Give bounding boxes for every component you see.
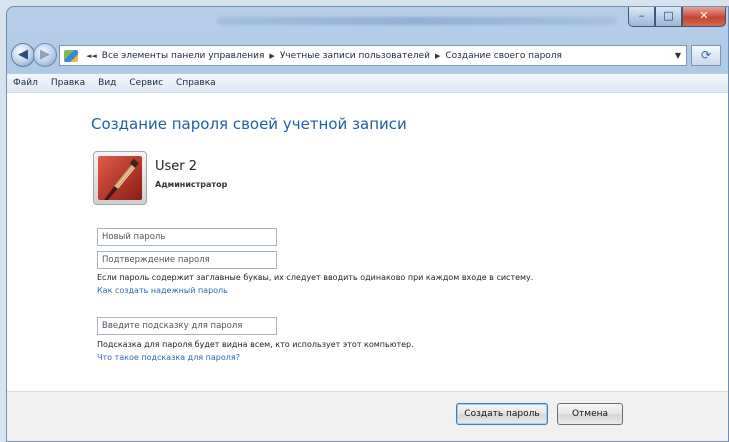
case-sensitive-note: Если пароль содержит заглавные буквы, их…	[97, 273, 534, 282]
button-strip: Создать пароль Отмена	[7, 391, 728, 441]
menu-item-edit[interactable]: Правка	[51, 78, 85, 88]
strong-password-link[interactable]: Как создать надежный пароль	[97, 286, 228, 295]
minimize-button[interactable]: –	[628, 7, 655, 27]
title-bar[interactable]: – □ ✕	[7, 7, 728, 39]
user-role: Администратор	[155, 180, 228, 189]
user-picture	[98, 156, 142, 200]
breadcrumb-item-create-password[interactable]: Создание своего пароля	[445, 51, 562, 61]
navigation-bar: ◀ ▶ ◄◄ Все элементы панели управления ▶ …	[7, 39, 728, 73]
menu-item-help[interactable]: Справка	[176, 78, 216, 88]
user-name: User 2	[155, 159, 198, 174]
window-title-blurred	[217, 17, 617, 25]
confirm-password-field[interactable]	[97, 251, 277, 269]
hint-visible-note: Подсказка для пароля будет видна всем, к…	[97, 340, 414, 349]
back-button[interactable]: ◀	[11, 43, 35, 67]
create-password-button[interactable]: Создать пароль	[456, 403, 548, 425]
breadcrumb-item-user-accounts[interactable]: Учетные записи пользователей	[280, 51, 430, 61]
breadcrumb-arrow-icon[interactable]: ▶	[269, 52, 274, 60]
breadcrumb-item-all-control-panel[interactable]: Все элементы панели управления	[102, 51, 265, 61]
main-content: Создание пароля своей учетной записи Use…	[7, 93, 728, 391]
breadcrumb-arrow-icon[interactable]: ▶	[435, 52, 440, 60]
new-password-field[interactable]	[97, 228, 277, 246]
window-controls: – □ ✕	[628, 7, 726, 27]
avatar	[93, 151, 147, 205]
breadcrumb-arrow-icon[interactable]: ◄◄	[86, 52, 97, 60]
control-panel-window: – □ ✕ ◀ ▶ ◄◄ Все элементы панели управле…	[6, 6, 729, 442]
maximize-button[interactable]: □	[655, 7, 682, 27]
chevron-down-icon[interactable]: ▼	[675, 51, 681, 60]
cancel-button[interactable]: Отмена	[557, 403, 623, 425]
menu-item-tools[interactable]: Сервис	[129, 78, 163, 88]
refresh-icon: ⟳	[700, 48, 712, 62]
menu-item-file[interactable]: Файл	[13, 78, 38, 88]
close-button[interactable]: ✕	[682, 7, 726, 27]
menu-item-view[interactable]: Вид	[98, 78, 116, 88]
what-is-hint-link[interactable]: Что такое подсказка для пароля?	[97, 353, 240, 362]
guitar-picture-icon	[98, 156, 142, 200]
refresh-button[interactable]: ⟳	[691, 45, 721, 66]
menu-bar: Файл Правка Вид Сервис Справка	[7, 73, 728, 93]
control-panel-icon	[64, 49, 78, 62]
forward-button[interactable]: ▶	[33, 43, 57, 67]
password-hint-field[interactable]	[97, 317, 277, 335]
page-title: Создание пароля своей учетной записи	[91, 115, 407, 133]
address-bar[interactable]: ◄◄ Все элементы панели управления ▶ Учет…	[59, 45, 687, 66]
